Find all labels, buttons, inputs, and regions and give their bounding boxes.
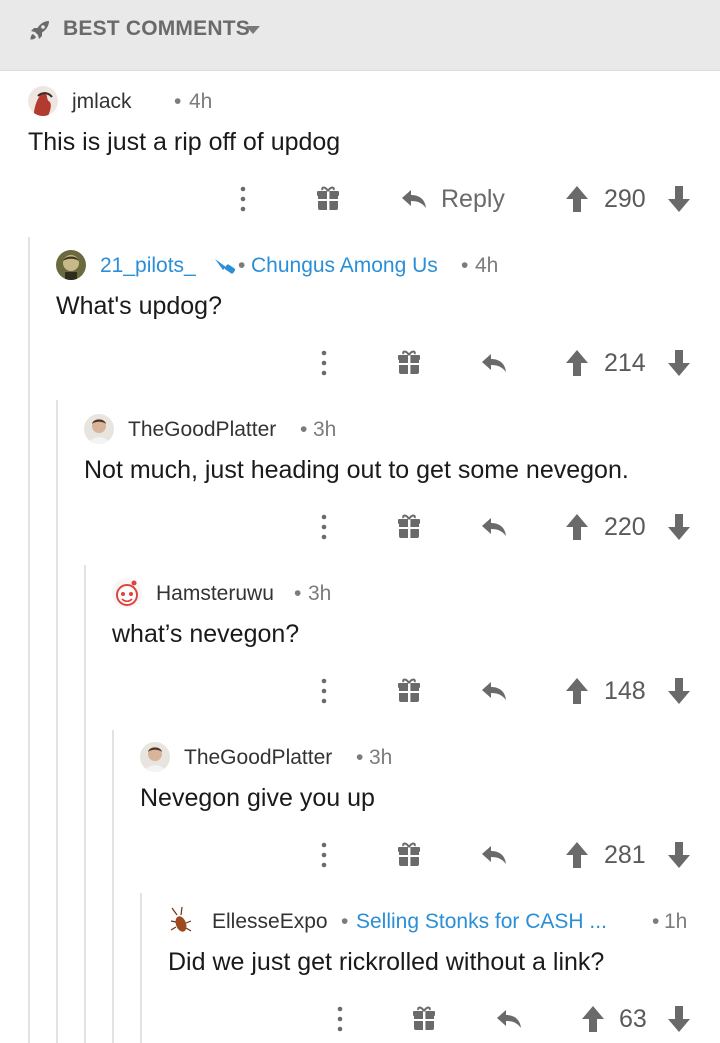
downvote-icon[interactable] — [664, 1002, 694, 1036]
upvote-icon[interactable] — [562, 510, 592, 544]
more-options-icon[interactable] — [325, 1002, 355, 1036]
more-options-icon[interactable] — [309, 838, 339, 872]
timestamp: 3h — [308, 582, 332, 605]
comment: TheGoodPlatter • 3h Not much, just headi… — [0, 414, 720, 564]
reply-icon[interactable] — [479, 510, 509, 544]
award-gift-icon[interactable] — [394, 674, 424, 708]
reply-button[interactable]: Reply — [441, 185, 505, 214]
username[interactable]: TheGoodPlatter — [184, 746, 332, 770]
user-flair: Selling Stonks for CASH ... — [356, 910, 607, 933]
comment-actions: 220 — [0, 510, 720, 550]
comment-actions: 148 — [0, 674, 720, 714]
more-options-icon[interactable] — [228, 182, 258, 216]
vote-score: 220 — [604, 513, 646, 541]
comment-meta: 21_pilots_ • Chungus Among Us • 4h — [56, 250, 706, 282]
comment: Hamsteruwu • 3h what’s nevegon? 148 — [0, 578, 720, 728]
upvote-icon[interactable] — [578, 1002, 608, 1036]
upvote-icon[interactable] — [562, 838, 592, 872]
separator-dot: • — [238, 254, 246, 277]
comment: EllesseExpo • Selling Stonks for CASH ..… — [0, 906, 720, 1043]
more-options-icon[interactable] — [309, 674, 339, 708]
timestamp: 4h — [189, 90, 213, 113]
comment: TheGoodPlatter • 3h Nevegon give you up … — [0, 742, 720, 892]
comment-body: This is just a rip off of updog — [28, 128, 341, 156]
comment-body: Did we just get rickrolled without a lin… — [168, 948, 605, 976]
reply-icon[interactable] — [479, 838, 509, 872]
reply-icon[interactable] — [479, 346, 509, 380]
comment-meta: TheGoodPlatter • 3h — [84, 414, 704, 446]
vote-score: 281 — [604, 841, 646, 869]
downvote-icon[interactable] — [664, 674, 694, 708]
comment-body: What's updog? — [56, 292, 222, 320]
brush-icon — [215, 259, 236, 274]
sort-bar[interactable]: BEST COMMENTS — [0, 0, 720, 71]
award-gift-icon[interactable] — [313, 182, 343, 216]
separator-dot: • — [341, 910, 349, 933]
downvote-icon[interactable] — [664, 838, 694, 872]
cockroach-icon — [170, 906, 192, 932]
username[interactable]: 21_pilots_ — [100, 254, 196, 278]
avatar[interactable] — [112, 578, 142, 608]
downvote-icon[interactable] — [664, 182, 694, 216]
award-gift-icon[interactable] — [394, 510, 424, 544]
separator-dot: • — [300, 418, 308, 441]
separator-dot: • — [174, 90, 182, 113]
comment-meta: Hamsteruwu • 3h — [112, 578, 702, 610]
comment-actions: 214 — [0, 346, 720, 386]
username[interactable]: Hamsteruwu — [156, 582, 274, 606]
vote-score: 148 — [604, 677, 646, 705]
separator-dot: • — [461, 254, 469, 277]
downvote-icon[interactable] — [664, 510, 694, 544]
reply-icon[interactable] — [494, 1002, 524, 1036]
username[interactable]: TheGoodPlatter — [128, 418, 276, 442]
rocket-icon — [30, 21, 49, 40]
comment-actions: 63 — [0, 1002, 720, 1042]
comment-actions: Reply 290 — [0, 182, 720, 222]
more-options-icon[interactable] — [309, 346, 339, 380]
avatar[interactable] — [84, 414, 114, 444]
reply-icon[interactable] — [399, 182, 429, 216]
user-flair: Chungus Among Us — [251, 254, 438, 277]
sort-label: BEST COMMENTS — [63, 17, 250, 40]
comment-body: Nevegon give you up — [140, 784, 375, 812]
comment: jmlack • 4h This is just a rip off of up… — [0, 86, 720, 236]
comment-body: what’s nevegon? — [112, 620, 300, 648]
comment-body: Not much, just heading out to get some n… — [84, 456, 629, 484]
award-gift-icon[interactable] — [394, 838, 424, 872]
reply-icon[interactable] — [479, 674, 509, 708]
comment: 21_pilots_ • Chungus Among Us • 4h What'… — [0, 250, 720, 400]
vote-score: 63 — [619, 1005, 647, 1033]
username[interactable]: jmlack — [72, 90, 132, 114]
username[interactable]: EllesseExpo — [212, 910, 328, 934]
separator-dot: • — [652, 910, 660, 933]
vote-score: 290 — [604, 185, 646, 213]
downvote-icon[interactable] — [664, 346, 694, 380]
award-gift-icon[interactable] — [394, 346, 424, 380]
avatar[interactable] — [28, 86, 58, 116]
comment-meta: EllesseExpo • Selling Stonks for CASH ..… — [168, 906, 698, 938]
comment-meta: TheGoodPlatter • 3h — [140, 742, 700, 774]
upvote-icon[interactable] — [562, 346, 592, 380]
avatar[interactable] — [56, 250, 86, 280]
upvote-icon[interactable] — [562, 182, 592, 216]
comment-actions: 281 — [0, 838, 720, 878]
upvote-icon[interactable] — [562, 674, 592, 708]
timestamp: 3h — [369, 746, 393, 769]
award-gift-icon[interactable] — [409, 1002, 439, 1036]
more-options-icon[interactable] — [309, 510, 339, 544]
avatar[interactable] — [140, 742, 170, 772]
caret-down-icon — [246, 26, 260, 34]
timestamp: 3h — [313, 418, 337, 441]
vote-score: 214 — [604, 349, 646, 377]
separator-dot: • — [356, 746, 364, 769]
comment-meta: jmlack • 4h — [28, 86, 708, 118]
separator-dot: • — [294, 582, 302, 605]
timestamp: 1h — [664, 910, 688, 933]
timestamp: 4h — [475, 254, 499, 277]
